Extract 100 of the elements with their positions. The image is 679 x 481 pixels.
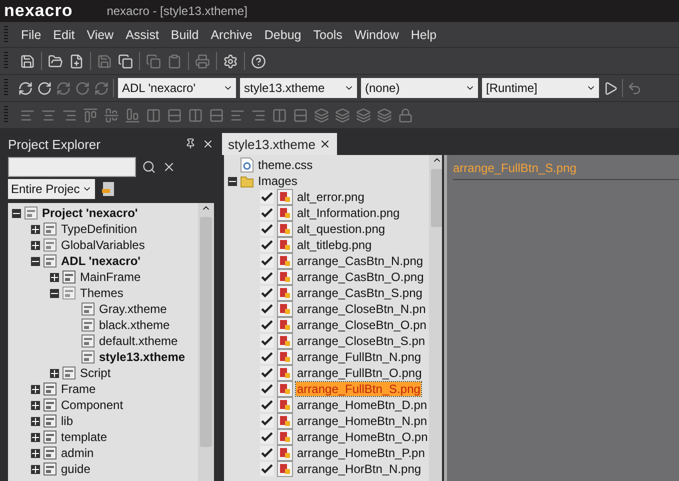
tree-item[interactable]: theme.css <box>257 158 314 172</box>
tree-item[interactable]: ADL 'nexacro' <box>60 254 142 268</box>
checkbox[interactable] <box>260 414 274 428</box>
expand-toggle[interactable] <box>31 464 40 474</box>
menu-item[interactable]: View <box>82 28 119 42</box>
checkbox[interactable] <box>260 366 274 380</box>
collapse-toggle[interactable] <box>50 288 59 298</box>
tree-item[interactable]: guide <box>60 462 92 476</box>
tree-item[interactable]: arrange_CloseBtn_S.pn <box>296 334 426 348</box>
expand-toggle[interactable] <box>31 448 40 458</box>
checkbox[interactable] <box>260 350 274 364</box>
printer-icon[interactable] <box>195 54 210 68</box>
checkbox[interactable] <box>260 238 274 252</box>
tree-item[interactable]: arrange_HomeBtn_O.pn <box>296 430 429 444</box>
refresh-icon[interactable] <box>18 80 33 96</box>
collapse-toggle[interactable] <box>31 256 40 266</box>
close-icon[interactable] <box>319 138 332 150</box>
undo-icon[interactable] <box>627 80 642 96</box>
checkbox[interactable] <box>260 382 274 396</box>
editor-tab[interactable]: style13.xtheme <box>222 133 338 155</box>
checkbox[interactable] <box>260 190 274 204</box>
new-file-icon[interactable] <box>69 54 84 68</box>
scrollbar[interactable] <box>428 155 442 481</box>
dropdown[interactable]: [Runtime] <box>482 78 599 98</box>
checkbox[interactable] <box>260 318 274 332</box>
settings-icon[interactable] <box>223 54 238 68</box>
menu-item[interactable]: Build <box>166 28 204 42</box>
tree-item[interactable]: arrange_FullBtn_O.png <box>296 366 423 380</box>
tree-item[interactable]: GlobalVariables <box>60 238 146 252</box>
tree-item[interactable]: Project 'nexacro' <box>41 206 139 220</box>
folder-icon[interactable] <box>48 54 63 68</box>
checkbox[interactable] <box>260 206 274 220</box>
checkbox[interactable] <box>260 270 274 284</box>
search-icon[interactable] <box>142 160 156 174</box>
tree-item[interactable]: alt_question.png <box>296 222 386 236</box>
tree-item[interactable]: alt_titlebg.png <box>296 238 373 252</box>
dropdown[interactable]: ADL 'nexacro' <box>118 78 236 98</box>
tree-item[interactable]: arrange_FullBtn_N.png <box>296 350 422 364</box>
tree-item[interactable]: template <box>60 430 108 444</box>
checkbox[interactable] <box>260 430 274 444</box>
checkbox[interactable] <box>260 286 274 300</box>
tree-item[interactable]: MainFrame <box>79 270 142 284</box>
tree-item[interactable]: arrange_HomeBtn_P.pn <box>296 446 426 460</box>
menu-item[interactable]: Archive <box>206 28 258 42</box>
expand-toggle[interactable] <box>31 416 40 426</box>
expand-toggle[interactable] <box>50 368 59 378</box>
tree-item[interactable]: arrange_CasBtn_S.png <box>296 286 424 300</box>
tree-item[interactable]: arrange_HomeBtn_N.pn <box>296 414 428 428</box>
expand-toggle[interactable] <box>50 272 59 282</box>
expand-toggle[interactable] <box>31 224 40 234</box>
tree-item[interactable]: lib <box>60 414 74 428</box>
tree-item[interactable]: alt_Information.png <box>296 206 401 220</box>
copy-icon[interactable] <box>118 54 133 68</box>
tree-item[interactable]: arrange_CasBtn_N.png <box>296 254 424 268</box>
tree-item[interactable]: TypeDefinition <box>60 222 138 236</box>
scope-dropdown[interactable]: Entire Projec <box>8 179 95 199</box>
tree-item[interactable]: Themes <box>79 286 124 300</box>
menu-item[interactable]: Tools <box>308 28 348 42</box>
help-icon[interactable] <box>251 54 266 68</box>
tree-item[interactable]: arrange_CloseBtn_N.pn <box>296 302 427 316</box>
menu-item[interactable]: Edit <box>48 28 80 42</box>
tree-item[interactable]: arrange_HomeBtn_D.pn <box>296 398 428 412</box>
clear-icon[interactable] <box>162 160 176 174</box>
tree-item[interactable]: arrange_CloseBtn_O.pn <box>296 318 428 332</box>
menu-item[interactable]: Debug <box>259 28 306 42</box>
expand-toggle[interactable] <box>31 432 40 442</box>
menu-item[interactable]: Help <box>406 28 442 42</box>
tree-item[interactable]: Gray.xtheme <box>98 302 168 316</box>
checkbox[interactable] <box>260 254 274 268</box>
tree-item[interactable]: style13.xtheme <box>98 350 186 364</box>
tree-item[interactable]: arrange_HorBtn_N.png <box>296 462 422 476</box>
checkbox[interactable] <box>260 398 274 412</box>
close-icon[interactable] <box>202 138 214 150</box>
menu-item[interactable]: File <box>16 28 46 42</box>
collapse-toggle[interactable] <box>12 208 21 218</box>
tree-item[interactable]: Images <box>257 174 298 188</box>
tree-item[interactable]: default.xtheme <box>98 334 179 348</box>
tree-item[interactable]: admin <box>60 446 95 460</box>
menu-item[interactable]: Assist <box>120 28 164 42</box>
document-icon[interactable] <box>100 181 117 197</box>
tree-item[interactable]: alt_error.png <box>296 190 366 204</box>
clipboard-icon[interactable] <box>167 54 182 68</box>
expand-toggle[interactable] <box>31 384 40 394</box>
checkbox[interactable] <box>260 462 274 476</box>
tree-item[interactable]: Script <box>79 366 112 380</box>
checkbox[interactable] <box>260 302 274 316</box>
lock-icon[interactable] <box>398 108 413 122</box>
checkbox[interactable] <box>260 334 274 348</box>
scrollbar-thumb[interactable] <box>430 169 442 227</box>
checkbox[interactable] <box>260 446 274 460</box>
scrollbar[interactable] <box>198 203 214 481</box>
expand-toggle[interactable] <box>31 240 40 250</box>
collapse-toggle[interactable] <box>228 176 237 186</box>
menu-item[interactable]: Window <box>349 28 404 42</box>
tree-item[interactable]: black.xtheme <box>98 318 171 332</box>
checkbox[interactable] <box>260 222 274 236</box>
pin-icon[interactable] <box>185 138 196 149</box>
dropdown[interactable]: (none) <box>361 78 478 98</box>
expand-toggle[interactable] <box>31 400 40 410</box>
tree-item[interactable]: Frame <box>60 382 97 396</box>
